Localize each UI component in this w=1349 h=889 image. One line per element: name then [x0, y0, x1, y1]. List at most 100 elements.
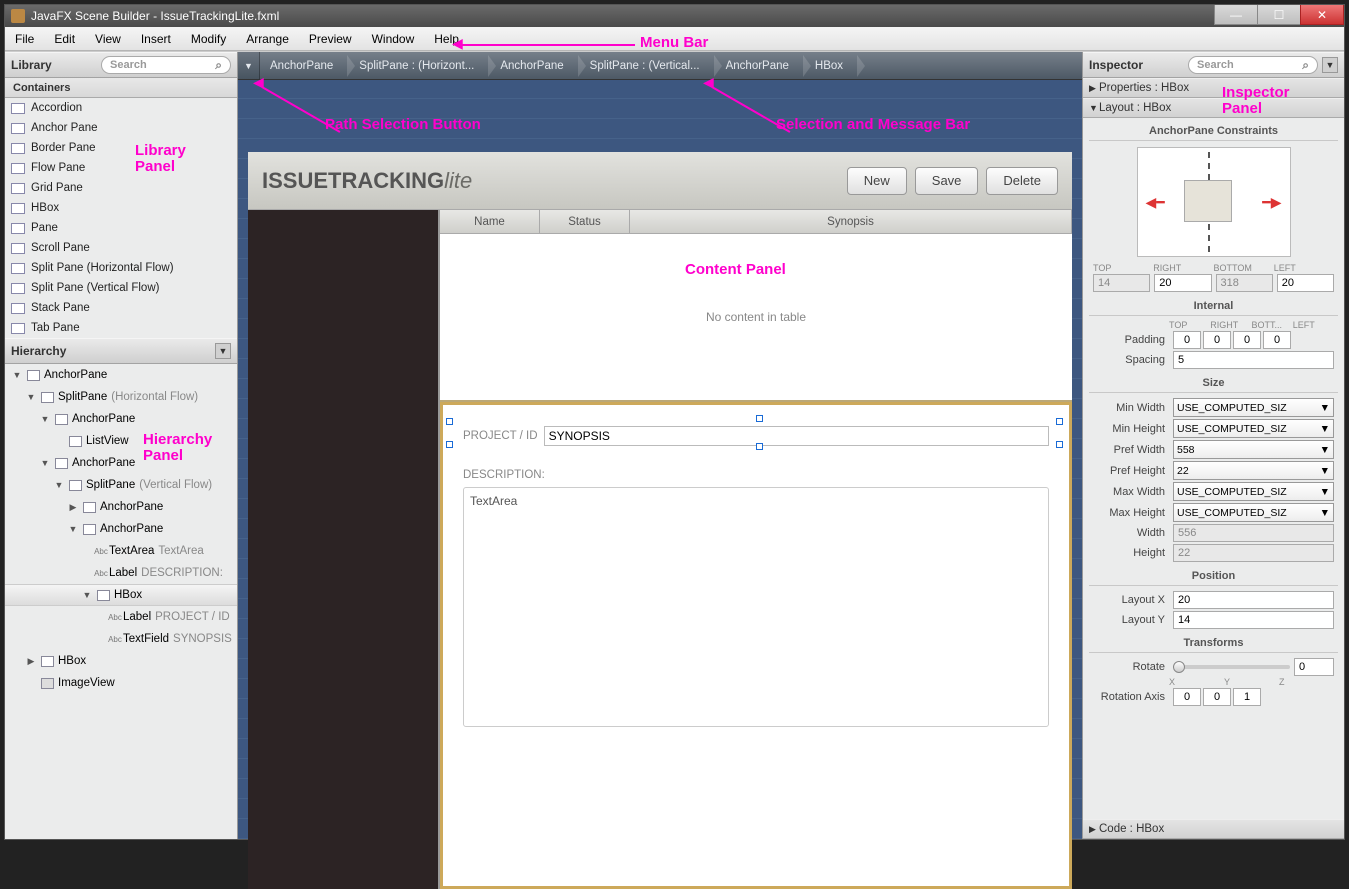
roty-input[interactable]	[1203, 688, 1231, 706]
library-list: AccordionAnchor PaneBorder PaneFlow Pane…	[5, 98, 237, 338]
pref-height-combo[interactable]: 22▼	[1173, 461, 1334, 480]
spacing-input[interactable]	[1173, 351, 1334, 369]
min-height-combo[interactable]: USE_COMPUTED_SIZ▼	[1173, 419, 1334, 438]
rotz-input[interactable]	[1233, 688, 1261, 706]
synopsis-field[interactable]	[544, 426, 1049, 446]
tree-row[interactable]: AbcLabelDESCRIPTION:	[5, 562, 237, 584]
tree-row[interactable]: ▶HBox	[5, 650, 237, 672]
min-width-combo[interactable]: USE_COMPUTED_SIZ▼	[1173, 398, 1334, 417]
maximize-button[interactable]: ☐	[1257, 5, 1301, 25]
size-title: Size	[1089, 374, 1338, 393]
description-textarea[interactable]: TextArea	[463, 487, 1049, 727]
properties-accordion[interactable]: ▶Properties : HBox	[1083, 78, 1344, 98]
search-icon: ⌕	[215, 58, 222, 73]
library-section-containers[interactable]: Containers	[5, 78, 237, 98]
width-input	[1173, 524, 1334, 542]
library-item[interactable]: Stack Pane	[5, 298, 237, 318]
new-button[interactable]: New	[847, 167, 907, 195]
layout-accordion[interactable]: ▼Layout : HBox	[1083, 98, 1344, 118]
menu-insert[interactable]: Insert	[131, 29, 181, 49]
content-panel[interactable]: ISSUETRACKINGlite New Save Delete Name	[238, 80, 1082, 839]
inspector-title: Inspector	[1089, 58, 1143, 72]
rotate-slider[interactable]	[1173, 665, 1290, 669]
max-height-combo[interactable]: USE_COMPUTED_SIZ▼	[1173, 503, 1334, 522]
library-item[interactable]: Grid Pane	[5, 178, 237, 198]
search-icon: ⌕	[1302, 58, 1309, 73]
app-title: ISSUETRACKINGlite	[262, 168, 472, 194]
menu-help[interactable]: Help	[424, 29, 469, 49]
anchor-bottom-input[interactable]	[1216, 274, 1273, 292]
column-synopsis[interactable]: Synopsis	[630, 210, 1072, 233]
inspector-menu-button[interactable]: ▼	[1322, 57, 1338, 73]
tree-row[interactable]: ▼AnchorPane	[5, 364, 237, 386]
anchor-constraint-box[interactable]: ◀━ ━▶	[1137, 147, 1291, 257]
menu-modify[interactable]: Modify	[181, 29, 236, 49]
library-item[interactable]: Flow Pane	[5, 158, 237, 178]
library-item[interactable]: Anchor Pane	[5, 118, 237, 138]
path-selection-button[interactable]: ▼	[238, 52, 260, 79]
breadcrumb[interactable]: AnchorPane	[260, 52, 349, 79]
library-item[interactable]: Accordion	[5, 98, 237, 118]
tree-row[interactable]: ▼HBox	[5, 584, 237, 606]
library-item[interactable]: Pane	[5, 218, 237, 238]
inspector-search[interactable]: Search ⌕	[1188, 56, 1318, 74]
hierarchy-header: Hierarchy ▼	[5, 338, 237, 364]
breadcrumb[interactable]: AnchorPane	[716, 52, 805, 79]
library-item[interactable]: Tab Pane	[5, 318, 237, 338]
hierarchy-menu-button[interactable]: ▼	[215, 343, 231, 359]
tree-row[interactable]: ▼AnchorPane	[5, 452, 237, 474]
column-status[interactable]: Status	[540, 210, 630, 233]
anchor-right-input[interactable]	[1154, 274, 1211, 292]
library-search[interactable]: Search ⌕	[101, 56, 231, 74]
titlebar[interactable]: JavaFX Scene Builder - IssueTrackingLite…	[5, 5, 1344, 27]
library-item[interactable]: Split Pane (Vertical Flow)	[5, 278, 237, 298]
column-name[interactable]: Name	[440, 210, 540, 233]
padding-left[interactable]	[1263, 331, 1291, 349]
breadcrumb[interactable]: HBox	[805, 52, 859, 79]
menu-file[interactable]: File	[5, 29, 44, 49]
tree-row[interactable]: ▼SplitPane(Horizontal Flow)	[5, 386, 237, 408]
tree-row[interactable]: ▼AnchorPane	[5, 518, 237, 540]
menu-view[interactable]: View	[85, 29, 131, 49]
minimize-button[interactable]: —	[1214, 5, 1258, 25]
library-item[interactable]: HBox	[5, 198, 237, 218]
tree-row[interactable]: AbcLabelPROJECT / ID	[5, 606, 237, 628]
inspector-header: Inspector Search ⌕ ▼	[1083, 52, 1344, 78]
breadcrumb[interactable]: SplitPane : (Vertical...	[580, 52, 716, 79]
library-item[interactable]: Split Pane (Horizontal Flow)	[5, 258, 237, 278]
delete-button[interactable]: Delete	[986, 167, 1058, 195]
tree-row[interactable]: ImageView	[5, 672, 237, 694]
breadcrumb[interactable]: SplitPane : (Horizont...	[349, 52, 490, 79]
tree-row[interactable]: ▼SplitPane(Vertical Flow)	[5, 474, 237, 496]
padding-bottom[interactable]	[1233, 331, 1261, 349]
menu-arrange[interactable]: Arrange	[236, 29, 299, 49]
tree-row[interactable]: ▶AnchorPane	[5, 496, 237, 518]
tree-row[interactable]: AbcTextAreaTextArea	[5, 540, 237, 562]
layouty-input[interactable]	[1173, 611, 1334, 629]
padding-right[interactable]	[1203, 331, 1231, 349]
menu-preview[interactable]: Preview	[299, 29, 362, 49]
menu-edit[interactable]: Edit	[44, 29, 85, 49]
code-accordion[interactable]: ▶Code : HBox	[1083, 819, 1344, 839]
rotate-input[interactable]	[1294, 658, 1334, 676]
max-width-combo[interactable]: USE_COMPUTED_SIZ▼	[1173, 482, 1334, 501]
anchor-top-input[interactable]	[1093, 274, 1150, 292]
breadcrumb[interactable]: AnchorPane	[490, 52, 579, 79]
menu-window[interactable]: Window	[362, 29, 425, 49]
tree-row[interactable]: ListView	[5, 430, 237, 452]
library-item[interactable]: Border Pane	[5, 138, 237, 158]
rotx-input[interactable]	[1173, 688, 1201, 706]
layoutx-input[interactable]	[1173, 591, 1334, 609]
height-input	[1173, 544, 1334, 562]
tree-row[interactable]: AbcTextFieldSYNOPSIS	[5, 628, 237, 650]
close-button[interactable]: ✕	[1300, 5, 1344, 25]
tree-row[interactable]: ▼AnchorPane	[5, 408, 237, 430]
window-title: JavaFX Scene Builder - IssueTrackingLite…	[31, 9, 279, 23]
anchor-left-input[interactable]	[1277, 274, 1334, 292]
library-item[interactable]: Scroll Pane	[5, 238, 237, 258]
pref-width-combo[interactable]: 558▼	[1173, 440, 1334, 459]
padding-top[interactable]	[1173, 331, 1201, 349]
list-view[interactable]	[248, 210, 440, 889]
hbox-selection[interactable]: PROJECT / ID DESCRIPTION: TextArea	[440, 402, 1072, 889]
save-button[interactable]: Save	[915, 167, 979, 195]
